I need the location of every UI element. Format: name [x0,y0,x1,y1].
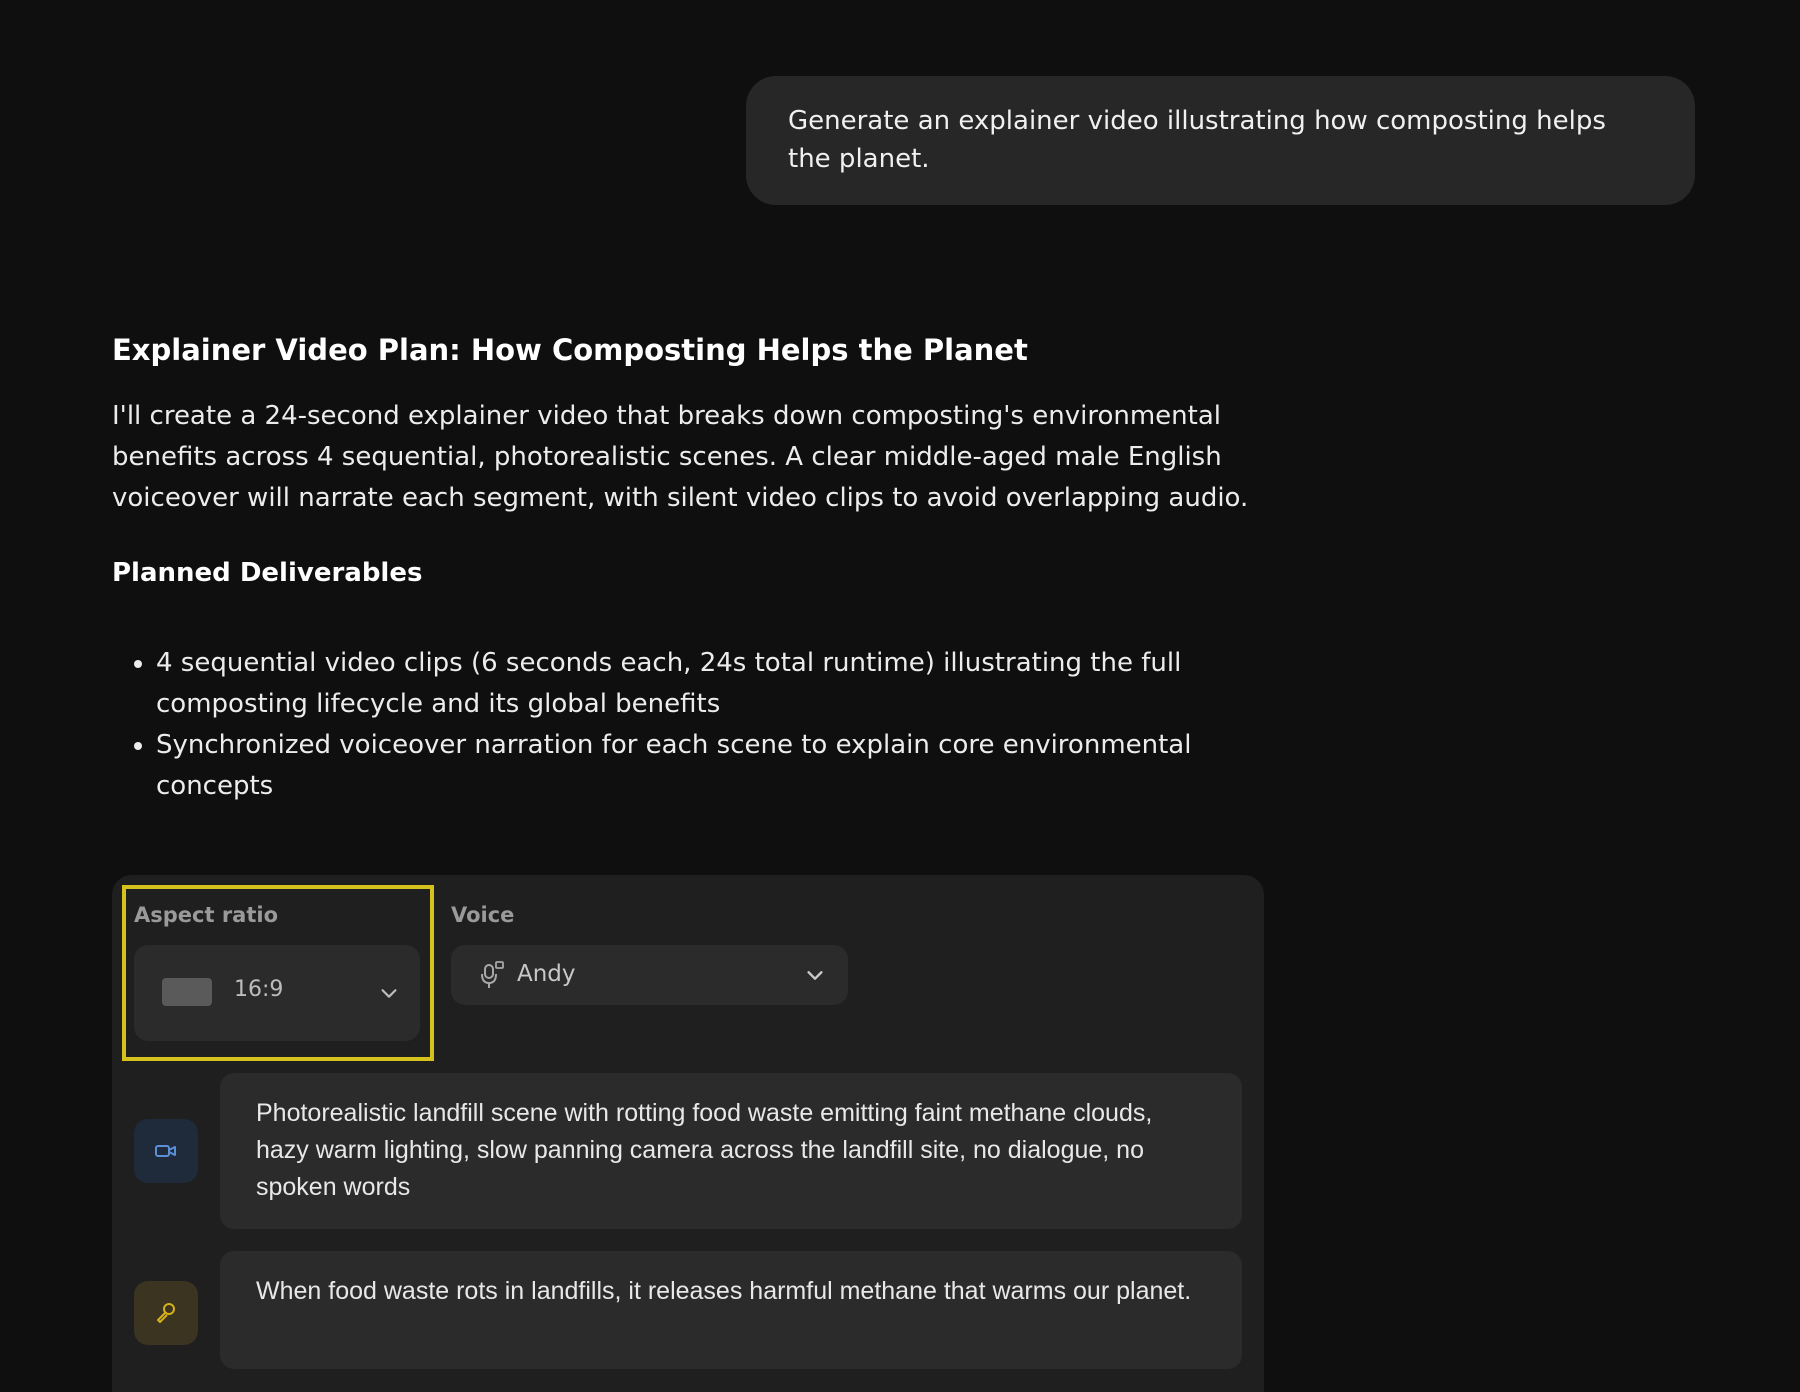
microphone-icon [157,1303,175,1323]
aspect-ratio-dropdown[interactable]: 16:9 [134,945,420,1041]
ratio-preview-icon [162,978,212,1006]
deliverables-title: Planned Deliverables [112,558,423,588]
voiceover-scene-script[interactable]: When food waste rots in landfills, it re… [220,1251,1242,1369]
chevron-down-icon [381,989,397,998]
voice-microphone-icon [481,961,504,988]
aspect-ratio-label: Aspect ratio [134,903,279,927]
voice-dropdown[interactable]: Andy [451,945,848,1005]
deliverable-item: 4 sequential video clips (6 seconds each… [156,643,1262,725]
chevron-down-icon [807,971,823,980]
deliverables-list: 4 sequential video clips (6 seconds each… [112,643,1262,807]
video-scene-icon-button[interactable] [134,1119,198,1183]
voice-value: Andy [517,961,576,987]
video-scene-prompt[interactable]: Photorealistic landfill scene with rotti… [220,1073,1242,1229]
user-message-text: Generate an explainer video illustrating… [788,106,1606,174]
aspect-ratio-value: 16:9 [234,977,284,1002]
assistant-response: Explainer Video Plan: How Composting Hel… [112,330,1262,807]
deliverable-item: Synchronized voiceover narration for eac… [156,725,1262,807]
user-message-bubble: Generate an explainer video illustrating… [746,76,1695,205]
plan-intro: I'll create a 24-second explainer video … [112,401,1249,513]
video-camera-icon [155,1145,176,1157]
plan-title: Explainer Video Plan: How Composting Hel… [112,333,1028,367]
voiceover-scene-script-text: When food waste rots in landfills, it re… [256,1277,1192,1305]
voiceover-scene-icon-button[interactable] [134,1281,198,1345]
video-scene-prompt-text: Photorealistic landfill scene with rotti… [256,1099,1153,1201]
video-settings-card: Aspect ratio 16:9 Voice Andy Photorealis… [112,875,1264,1392]
chat-page: Generate an explainer video illustrating… [0,0,1800,1392]
voice-label: Voice [451,903,515,927]
